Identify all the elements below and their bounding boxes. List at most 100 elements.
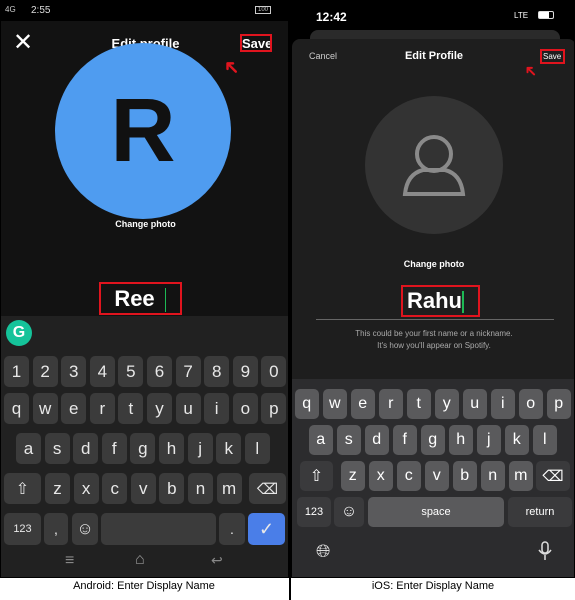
key-v[interactable]: v: [130, 473, 156, 504]
key-p[interactable]: p: [547, 389, 571, 419]
key-g[interactable]: g: [421, 425, 445, 455]
key-f[interactable]: f: [393, 425, 417, 455]
key-b[interactable]: b: [159, 473, 185, 504]
key-a[interactable]: a: [16, 433, 41, 464]
ios-keyboard: 🌐︎ q w e r t y u i o p a s d f g h j k l z x c v b n m ⇧ ⌫ 123 ☺ space…: [292, 379, 574, 577]
grammarly-icon[interactable]: G: [6, 320, 32, 346]
key-s[interactable]: s: [44, 433, 70, 464]
key-4[interactable]: 4: [89, 356, 115, 387]
avatar-placeholder[interactable]: [365, 96, 503, 234]
network-indicator: LTE: [514, 11, 529, 20]
key-5[interactable]: 5: [118, 356, 144, 387]
key-r[interactable]: r: [89, 393, 115, 424]
key-c[interactable]: c: [397, 461, 421, 491]
key-o[interactable]: o: [519, 389, 543, 419]
key-l[interactable]: l: [533, 425, 557, 455]
key-v[interactable]: v: [425, 461, 449, 491]
avatar[interactable]: R: [55, 43, 231, 219]
key-k[interactable]: k: [216, 433, 242, 464]
key-0[interactable]: 0: [261, 356, 287, 387]
back-icon[interactable]: ↩: [211, 552, 223, 569]
key-2[interactable]: 2: [32, 356, 58, 387]
space-key[interactable]: [101, 513, 216, 545]
key-k[interactable]: k: [505, 425, 529, 455]
key-n[interactable]: n: [481, 461, 505, 491]
change-photo-button[interactable]: Change photo: [292, 259, 574, 269]
key-e[interactable]: e: [61, 393, 87, 424]
key-h[interactable]: h: [159, 433, 184, 464]
key-c[interactable]: c: [102, 473, 128, 504]
key-p[interactable]: p: [261, 393, 287, 424]
key-e[interactable]: e: [351, 389, 375, 419]
key-g[interactable]: g: [130, 433, 156, 464]
comma-key[interactable]: ,: [44, 513, 68, 545]
key-w[interactable]: w: [32, 393, 58, 424]
battery-icon: [538, 11, 554, 19]
key-r[interactable]: r: [379, 389, 403, 419]
key-y[interactable]: y: [435, 389, 459, 419]
android-keyboard: G 1 2 3 4 5 6 7 8 9 0 q w e r t y u i o p a s d f g h j k l z x c v b n m ⇧ ⌫…: [1, 316, 288, 546]
key-t[interactable]: t: [407, 389, 431, 419]
key-a[interactable]: a: [309, 425, 333, 455]
key-t[interactable]: t: [118, 393, 144, 424]
key-8[interactable]: 8: [204, 356, 230, 387]
key-y[interactable]: y: [147, 393, 172, 424]
return-key[interactable]: return: [508, 497, 572, 527]
key-1[interactable]: 1: [4, 356, 29, 387]
change-photo-button[interactable]: Change photo: [1, 219, 288, 229]
key-d[interactable]: d: [365, 425, 389, 455]
hint-line-1: This could be your first name or a nickn…: [355, 329, 513, 338]
key-i[interactable]: i: [204, 393, 230, 424]
key-b[interactable]: b: [453, 461, 477, 491]
numbers-key[interactable]: 123: [297, 497, 331, 527]
key-n[interactable]: n: [188, 473, 213, 504]
globe-icon[interactable]: 🌐︎: [316, 541, 330, 562]
key-o[interactable]: o: [232, 393, 258, 424]
microphone-icon[interactable]: [538, 541, 552, 561]
save-highlight: [240, 34, 272, 52]
key-d[interactable]: d: [73, 433, 99, 464]
android-screen: 4G 2:55 100 ✕ Edit profile Save ➜ R Chan…: [0, 0, 289, 578]
status-bar: 4G 2:55 100: [1, 1, 288, 21]
key-j[interactable]: j: [187, 433, 213, 464]
shift-key[interactable]: ⇧: [300, 461, 333, 491]
done-key[interactable]: ✓: [248, 513, 285, 545]
android-caption: Android: Enter Display Name: [73, 580, 215, 592]
period-key[interactable]: .: [219, 513, 245, 545]
key-z[interactable]: z: [341, 461, 365, 491]
key-z[interactable]: z: [45, 473, 70, 504]
home-icon[interactable]: ⌂: [135, 551, 145, 569]
key-w[interactable]: w: [323, 389, 347, 419]
numbers-key[interactable]: 123: [4, 513, 41, 545]
key-3[interactable]: 3: [61, 356, 87, 387]
backspace-key[interactable]: ⌫: [249, 473, 286, 504]
key-9[interactable]: 9: [232, 356, 258, 387]
key-x[interactable]: x: [369, 461, 393, 491]
key-u[interactable]: u: [463, 389, 487, 419]
key-i[interactable]: i: [491, 389, 515, 419]
key-f[interactable]: f: [101, 433, 127, 464]
key-7[interactable]: 7: [175, 356, 201, 387]
key-q[interactable]: q: [295, 389, 319, 419]
key-m[interactable]: m: [216, 473, 242, 504]
arrow-icon: ➜: [218, 53, 246, 81]
menu-icon[interactable]: ≡: [65, 552, 74, 570]
backspace-key[interactable]: ⌫: [536, 461, 570, 491]
name-highlight: [401, 285, 480, 317]
shift-key[interactable]: ⇧: [4, 473, 41, 504]
key-x[interactable]: x: [73, 473, 99, 504]
emoji-key[interactable]: ☺: [334, 497, 364, 527]
key-l[interactable]: l: [244, 433, 270, 464]
key-m[interactable]: m: [509, 461, 533, 491]
emoji-key[interactable]: ☺: [72, 513, 98, 545]
key-s[interactable]: s: [337, 425, 361, 455]
status-time: 12:42: [316, 10, 347, 24]
key-h[interactable]: h: [449, 425, 473, 455]
key-q[interactable]: q: [4, 393, 29, 424]
space-key[interactable]: space: [368, 497, 504, 527]
key-j[interactable]: j: [477, 425, 501, 455]
nav-bar: ≡ ⌂ ↩: [1, 546, 288, 577]
key-u[interactable]: u: [175, 393, 201, 424]
ios-caption: iOS: Enter Display Name: [371, 580, 495, 592]
key-6[interactable]: 6: [147, 356, 172, 387]
